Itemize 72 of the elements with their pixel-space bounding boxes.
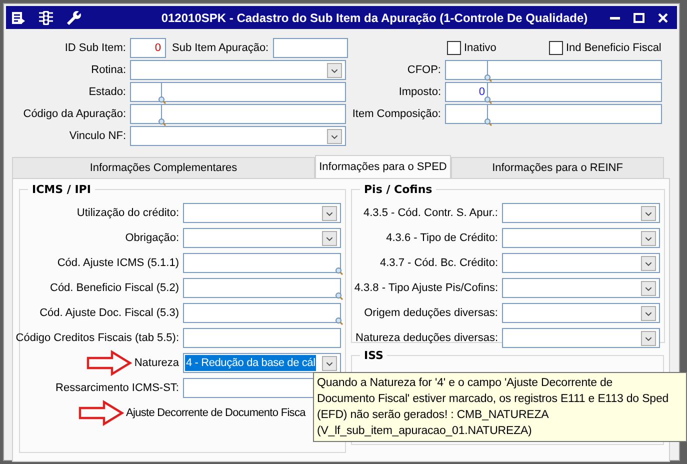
chevron-down-icon [641, 230, 656, 246]
traffic-light-icon[interactable] [38, 10, 54, 26]
search-icon [335, 316, 343, 324]
window-title: 012010SPK - Cadastro do Sub Item da Apuração (1-Controle De Qualidade) [160, 10, 589, 24]
group-title: Pis / Cofins [363, 183, 434, 196]
field-label: CFOP: [406, 64, 442, 76]
group-title: ISS [363, 349, 384, 362]
field-label: Rotina: [90, 64, 127, 76]
close-icon[interactable] [657, 12, 669, 24]
field-label: Utilização do crédito: [76, 206, 180, 218]
chevron-down-icon [641, 280, 656, 296]
checkbox-label: Ajuste Decorrente de Documento Fisca [126, 406, 306, 418]
id-input-field[interactable]: 0 [130, 38, 166, 58]
chevron-down-icon [322, 356, 337, 370]
wrench-icon[interactable] [66, 10, 82, 26]
field-label: Código da Apuração: [22, 108, 127, 120]
chevron-down-icon [327, 63, 342, 78]
input-field[interactable] [183, 328, 341, 348]
list-icon[interactable] [10, 10, 26, 26]
field-label: Natureza [134, 356, 180, 368]
checkbox-label: Ind Beneficio Fiscal [566, 42, 662, 54]
search-icon [335, 266, 343, 274]
field-label: Cód. Ajuste Doc. Fiscal (5.3) [40, 306, 180, 318]
checkbox-label: Inativo [464, 42, 496, 54]
field-label: Ressarcimento ICMS-ST: [56, 382, 180, 394]
tab[interactable]: Informações para o SPED [315, 155, 451, 178]
chevron-down-icon [322, 230, 337, 246]
search-field[interactable] [183, 252, 341, 272]
search-field[interactable] [183, 278, 341, 298]
chevron-down-icon [322, 206, 337, 220]
tab[interactable]: Informações para o REINF [451, 157, 664, 178]
field-label: Item Composição: [351, 108, 442, 120]
chevron-down-icon [641, 306, 656, 320]
chevron-down-icon [641, 330, 656, 346]
search-icon [158, 96, 166, 104]
tooltip: Quando a Natureza for '4' e o campo 'Ajuste Decorrente de Documento Fiscal' estiver marcado, os registros E111 e E113 do Sped (EFD) não serão gerados! : CMB_NATUREZA (V_lf_sub_item_apuracao_01.NATUREZA) [313, 372, 687, 442]
chevron-down-icon [327, 129, 342, 144]
field-label: Cód. Ajuste ICMS (5.1.1) [57, 256, 180, 268]
group-title: ICMS / IPI [31, 183, 92, 196]
field-label: Código Creditos Fiscais (tab 5.5): [16, 332, 180, 344]
checkbox[interactable] [549, 41, 563, 55]
field-label: 4.3.8 - Tipo Ajuste Pis/Cofins: [353, 282, 499, 294]
lookup-field[interactable] [130, 82, 346, 102]
search-icon [158, 118, 166, 126]
dropdown[interactable]: 4 - Redução da base de cál [183, 352, 341, 372]
chevron-down-icon [641, 256, 656, 270]
lookup-field[interactable] [445, 104, 662, 124]
tab[interactable]: Informações Complementares [12, 157, 315, 178]
field-label: Origem deduções diversas: [363, 306, 499, 318]
field-label: Cód. Beneficio Fiscal (5.2) [50, 282, 180, 294]
search-field[interactable] [183, 302, 341, 322]
field-label: ID Sub Item: [64, 42, 127, 54]
field-label: 4.3.6 - Tipo de Crédito: [385, 232, 499, 244]
chevron-down-icon [641, 206, 656, 220]
lookup-field[interactable]: 0 [445, 82, 662, 102]
checkbox[interactable] [447, 41, 461, 55]
search-icon [484, 74, 492, 82]
lookup-field[interactable] [130, 104, 346, 124]
field-label: Sub Item Apuração: [171, 42, 270, 54]
search-icon [335, 292, 343, 300]
field-label: Natureza deduções diversas: [354, 332, 499, 344]
field-label: Imposto: [398, 86, 442, 98]
field-label: Estado: [88, 86, 127, 98]
search-icon [484, 118, 492, 126]
field-label: Vinculo NF: [68, 130, 127, 142]
field-label: Obrigação: [125, 232, 180, 244]
field-label: 4.3.7 - Cód. Bc. Crédito: [379, 256, 499, 268]
field-label: 4.3.5 - Cód. Contr. S. Apur.: [362, 206, 499, 218]
maximize-icon[interactable] [633, 12, 645, 24]
search-icon [484, 96, 492, 104]
lookup-field[interactable] [445, 60, 662, 80]
input-field[interactable] [272, 38, 348, 58]
